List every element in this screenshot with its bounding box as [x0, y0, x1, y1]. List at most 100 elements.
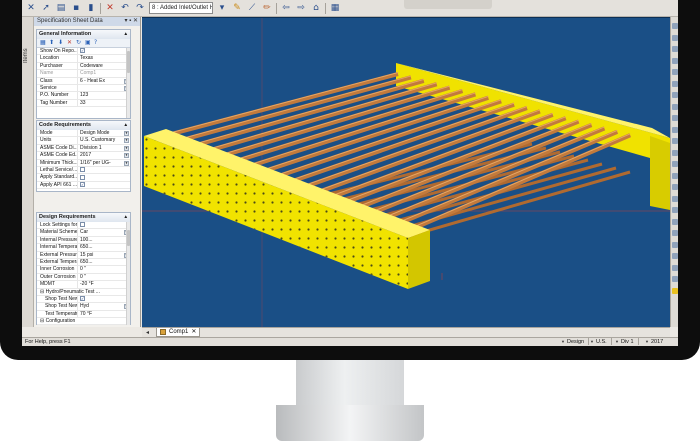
property-row[interactable]: Service▼	[37, 84, 130, 93]
view-tool-icon[interactable]	[672, 184, 678, 190]
property-value[interactable]: ✓	[78, 48, 130, 54]
dropdown-arrow-icon[interactable]: ▼	[124, 160, 129, 166]
dropdown-arrow-icon[interactable]: ▼	[124, 138, 129, 144]
property-row[interactable]: MDMT -20 °F	[37, 281, 130, 289]
scrollbar-thumb[interactable]	[127, 51, 130, 73]
view-tool-icon[interactable]	[672, 103, 678, 110]
tab-scroll-left-icon[interactable]: ◂	[146, 329, 149, 336]
property-checkbox[interactable]	[80, 167, 85, 173]
property-row[interactable]: ASME Code Ed... 2017 ▼	[37, 152, 130, 160]
delete-icon[interactable]: ✕	[104, 2, 116, 14]
page-icon[interactable]: ▤	[55, 2, 67, 14]
property-row[interactable]: Show On Repo... ✓	[37, 48, 130, 56]
property-value[interactable]: 123	[78, 92, 130, 98]
remove-icon[interactable]: ✕	[67, 40, 73, 46]
property-value[interactable]: 15 psi▼	[78, 252, 130, 258]
property-row[interactable]: Purchaser Codeware	[37, 62, 130, 71]
dropdown-arrow-icon[interactable]: ▼	[124, 153, 129, 159]
property-value[interactable]: 70 °F	[78, 311, 130, 317]
scrollbar[interactable]	[126, 48, 130, 118]
view-tool-icon[interactable]	[672, 276, 678, 282]
property-row[interactable]: ASME Code Di... Division 1 ▼	[37, 144, 130, 153]
property-value[interactable]: Design Mode ▼	[78, 130, 130, 136]
ruler-icon[interactable]: ⟋	[246, 2, 258, 14]
component-select[interactable]: 8 : Added Inlet/Outlet He	[149, 2, 213, 14]
property-value[interactable]: U.S. Customary ▼	[78, 137, 130, 144]
dropdown-arrow-icon[interactable]: ▼	[124, 145, 129, 151]
panel-window-buttons[interactable]: ▾ ▪ ✕	[125, 17, 139, 26]
property-value[interactable]: 1/16" per UG- ▼	[78, 160, 130, 166]
view-tool-icon[interactable]	[672, 264, 678, 271]
pointer-icon[interactable]: ➚	[40, 2, 52, 14]
property-checkbox[interactable]: ✓	[80, 48, 85, 54]
property-value[interactable]	[78, 222, 130, 228]
property-value[interactable]: 6 - Heat Ex▼	[78, 78, 130, 84]
property-value[interactable]: 2017 ▼	[78, 152, 130, 159]
property-value[interactable]: 33	[78, 100, 130, 106]
property-value[interactable]: ✓	[78, 296, 130, 302]
property-row[interactable]: Shop Test New Te...Hyd▼	[37, 303, 130, 311]
property-row[interactable]: Lethal Service/...	[37, 166, 130, 175]
property-row[interactable]: Test Temperature70 °F	[37, 310, 130, 319]
status-units[interactable]: ▼ U.S.	[585, 338, 612, 346]
collapse-caret-icon[interactable]: ▴	[124, 30, 127, 39]
copy-icon[interactable]: ▣	[85, 40, 91, 46]
home-icon[interactable]: ⌂	[310, 2, 322, 14]
view-tool-icon[interactable]	[672, 149, 678, 156]
property-value[interactable]: Car▼	[78, 229, 130, 236]
view-tool-icon[interactable]	[672, 92, 678, 98]
view-tool-icon[interactable]	[672, 253, 678, 259]
property-row[interactable]: ⊟ Hydro/Pneumatic Test ...	[37, 289, 130, 296]
view-tool-icon[interactable]	[672, 207, 678, 213]
property-row[interactable]: Internal Pressure 100...	[37, 236, 130, 245]
view-tool-icon[interactable]	[672, 218, 678, 225]
property-value[interactable]: 650...	[78, 244, 130, 250]
property-row[interactable]: Material SchemeCar▼	[37, 229, 130, 237]
property-row[interactable]: ⊟ Configuration	[37, 318, 130, 326]
help-icon[interactable]: ?	[94, 40, 100, 46]
property-checkbox[interactable]: ✓	[80, 296, 85, 302]
property-row[interactable]: Tag Number 33	[37, 99, 130, 108]
property-value[interactable]: Hyd▼	[78, 303, 130, 310]
view-tool-icon[interactable]	[672, 115, 678, 121]
view-tool-icon[interactable]	[672, 287, 678, 294]
property-row[interactable]: Internal Temperature650...	[37, 244, 130, 252]
section-header[interactable]: General Information ▴	[37, 30, 130, 39]
property-row[interactable]: Mode Design Mode ▼	[37, 130, 130, 138]
move-up-icon[interactable]: ⬆	[49, 40, 55, 46]
scrollbar-thumb[interactable]	[127, 230, 130, 246]
view-tool-icon[interactable]	[672, 126, 678, 133]
collapse-caret-icon[interactable]: ▴	[124, 213, 127, 222]
status-division[interactable]: ▼ Div 1	[610, 338, 639, 346]
paint-icon[interactable]: ✏	[261, 2, 273, 14]
collapse-caret-icon[interactable]: ▴	[124, 121, 127, 130]
property-row[interactable]: Apply Standard...	[37, 174, 130, 182]
scrollbar[interactable]	[126, 222, 130, 325]
view-tool-icon[interactable]	[672, 46, 678, 52]
property-checkbox[interactable]	[80, 174, 85, 180]
title-search-box[interactable]	[404, 0, 492, 9]
back-icon[interactable]: ⇦	[280, 2, 292, 14]
forward-icon[interactable]: ⇨	[295, 2, 307, 14]
property-value[interactable]: 0 "	[78, 266, 130, 272]
view-tool-icon[interactable]	[672, 34, 678, 41]
save-icon[interactable]: ▪	[70, 2, 82, 14]
property-row[interactable]: Apply API 661 ... ✓	[37, 181, 130, 190]
move-down-icon[interactable]: ⬇	[58, 40, 64, 46]
property-value[interactable]: ✓	[78, 181, 130, 188]
open-icon[interactable]: ▮	[85, 2, 97, 14]
items-side-tab[interactable]: Items	[22, 17, 34, 327]
property-value[interactable]: Division 1 ▼	[78, 145, 130, 151]
tab-comp1[interactable]: Comp1 ✕	[156, 328, 201, 337]
property-row[interactable]: Name Comp1	[37, 70, 130, 78]
grid-icon[interactable]: ▦	[40, 40, 46, 46]
property-row[interactable]: Location Texas	[37, 55, 130, 63]
pencil-icon[interactable]: ✎	[231, 2, 243, 14]
property-row[interactable]: Minimum Thick... 1/16" per UG- ▼	[37, 159, 130, 167]
close-tab-icon[interactable]: ✕	[191, 328, 196, 336]
property-value[interactable]: 650...	[78, 259, 130, 265]
redo-icon[interactable]: ↷	[134, 2, 146, 14]
section-header[interactable]: Design Requirements ▴	[37, 213, 130, 222]
view-tool-icon[interactable]	[672, 230, 678, 236]
section-header[interactable]: Code Requirements ▴	[37, 121, 130, 130]
